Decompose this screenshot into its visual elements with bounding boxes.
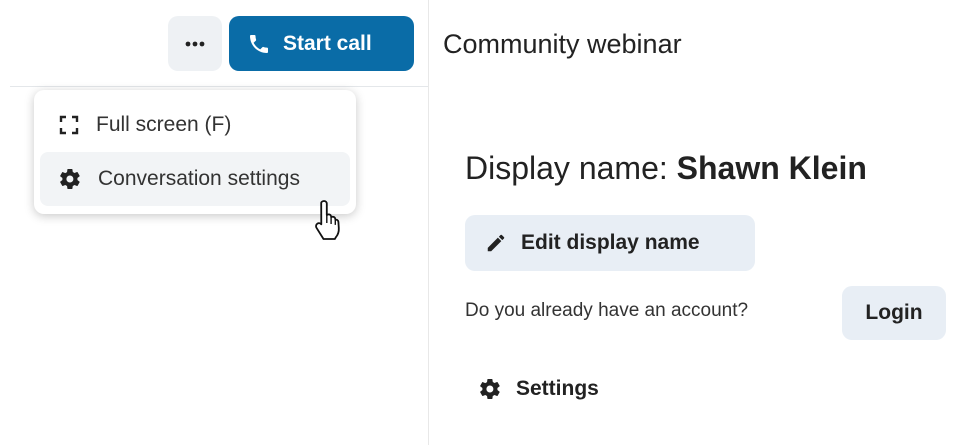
fullscreen-icon (58, 114, 80, 136)
settings-button[interactable]: Settings (470, 363, 607, 415)
more-horizontal-icon (185, 41, 205, 47)
display-name-value: Shawn Klein (676, 150, 867, 186)
edit-display-name-label: Edit display name (521, 231, 700, 254)
edit-display-name-button[interactable]: Edit display name (465, 215, 755, 271)
phone-icon (247, 32, 271, 56)
pencil-icon (485, 232, 507, 254)
more-actions-menu: Full screen (F) Conversation settings (34, 90, 356, 214)
account-prompt: Do you already have an account? (465, 300, 749, 321)
display-name-label: Display name: (465, 150, 677, 186)
login-button[interactable]: Login (842, 286, 946, 340)
menu-item-full-screen[interactable]: Full screen (F) (40, 98, 350, 152)
mouse-pointer-icon (312, 197, 346, 241)
menu-item-label: Conversation settings (98, 167, 300, 190)
gear-icon (478, 377, 502, 401)
more-actions-button[interactable] (168, 16, 222, 71)
menu-item-conversation-settings[interactable]: Conversation settings (40, 152, 350, 206)
start-call-label: Start call (283, 31, 372, 55)
start-call-button[interactable]: Start call (229, 16, 414, 71)
header-divider (10, 86, 428, 87)
gear-icon (58, 167, 82, 191)
conversation-title: Community webinar (443, 29, 682, 59)
pane-divider (428, 0, 429, 445)
settings-label: Settings (516, 377, 599, 400)
display-name-heading: Display name: Shawn Klein (465, 150, 867, 187)
menu-item-label: Full screen (F) (96, 113, 232, 136)
